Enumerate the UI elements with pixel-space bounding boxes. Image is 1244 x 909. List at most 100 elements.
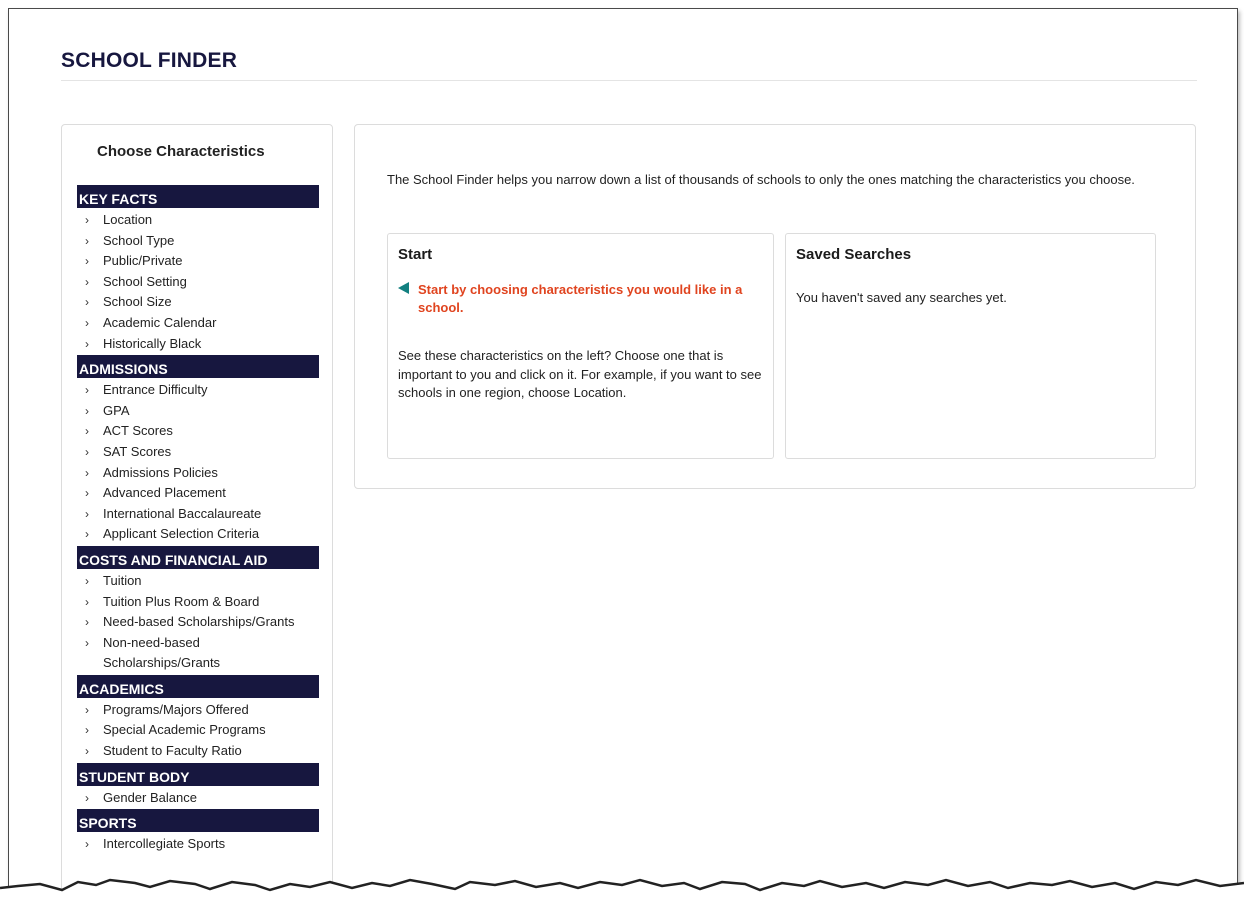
sidebar-item-school-setting[interactable]: › School Setting bbox=[77, 272, 319, 293]
sidebar-item-sat-scores[interactable]: › SAT Scores bbox=[77, 442, 319, 463]
sidebar-item-label: Intercollegiate Sports bbox=[103, 836, 226, 852]
category-items-admissions: › Entrance Difficulty › GPA › ACT Scores › SAT … bbox=[77, 378, 319, 546]
sidebar-item-intercollegiate-sports[interactable]: › Intercollegiate Sports bbox=[77, 834, 319, 855]
arrow-left-icon bbox=[398, 282, 409, 294]
sidebar-item-special-academic-programs[interactable]: › Special Academic Programs bbox=[77, 720, 319, 741]
sidebar-item-public-private[interactable]: › Public/Private bbox=[77, 251, 319, 272]
torn-edge bbox=[0, 878, 1244, 909]
app-window: SCHOOL FINDER Choose Characteristics KEY… bbox=[8, 8, 1238, 905]
sidebar-item-applicant-selection-criteria[interactable]: › Applicant Selection Criteria bbox=[77, 524, 319, 545]
sidebar-item-label: SAT Scores bbox=[103, 443, 172, 459]
chevron-right-icon: › bbox=[85, 790, 89, 805]
category-items-sports: › Intercollegiate Sports bbox=[77, 832, 319, 856]
sidebar-item-label: Gender Balance bbox=[103, 789, 197, 805]
chevron-right-icon: › bbox=[85, 336, 89, 351]
start-card-title: Start bbox=[398, 246, 433, 263]
sidebar-item-label: Need-based Scholarships/Grants bbox=[103, 614, 295, 630]
chevron-right-icon: › bbox=[85, 403, 89, 418]
chevron-right-icon: › bbox=[85, 615, 89, 630]
chevron-right-icon: › bbox=[85, 702, 89, 717]
chevron-right-icon: › bbox=[85, 465, 89, 480]
sidebar-item-label: Advanced Placement bbox=[103, 485, 226, 501]
sidebar-item-label: International Baccalaureate bbox=[103, 505, 262, 521]
sidebar-item-programs-majors-offered[interactable]: › Programs/Majors Offered bbox=[77, 700, 319, 721]
category-items-academics: › Programs/Majors Offered › Special Academi… bbox=[77, 698, 319, 763]
sidebar-item-label: Public/Private bbox=[103, 253, 183, 269]
chevron-right-icon: › bbox=[85, 444, 89, 459]
chevron-right-icon: › bbox=[85, 315, 89, 330]
chevron-right-icon: › bbox=[85, 527, 89, 542]
sidebar-item-advanced-placement[interactable]: › Advanced Placement bbox=[77, 483, 319, 504]
sidebar-item-label: Non-need-based Scholarships/Grants bbox=[103, 634, 221, 671]
saved-searches-empty-text: You haven't saved any searches yet. bbox=[796, 290, 1007, 305]
sidebar-item-international-baccalaureate[interactable]: › International Baccalaureate bbox=[77, 504, 319, 525]
sidebar-item-need-based-scholarships-grants[interactable]: › Need-based Scholarships/Grants bbox=[77, 612, 319, 633]
category-header-sports: SPORTS bbox=[77, 809, 319, 833]
sidebar-item-label: Tuition Plus Room & Board bbox=[103, 593, 260, 609]
chevron-right-icon: › bbox=[85, 254, 89, 269]
chevron-right-icon: › bbox=[85, 424, 89, 439]
chevron-right-icon: › bbox=[85, 506, 89, 521]
chevron-right-icon: › bbox=[85, 274, 89, 289]
sidebar-item-gpa[interactable]: › GPA bbox=[77, 401, 319, 422]
sidebar-item-label: Entrance Difficulty bbox=[103, 382, 208, 398]
sidebar-item-gender-balance[interactable]: › Gender Balance bbox=[77, 788, 319, 809]
category-items-student-body: › Gender Balance bbox=[77, 786, 319, 810]
page-title: SCHOOL FINDER bbox=[61, 49, 238, 72]
sidebar-item-admissions-policies[interactable]: › Admissions Policies bbox=[77, 463, 319, 484]
sidebar-item-label: Programs/Majors Offered bbox=[103, 701, 249, 717]
sidebar-item-label: Admissions Policies bbox=[103, 464, 218, 480]
sidebar-item-label: GPA bbox=[103, 402, 130, 418]
sidebar-item-school-size[interactable]: › School Size bbox=[77, 292, 319, 313]
saved-searches-title: Saved Searches bbox=[796, 246, 912, 263]
start-card: Start Start by choosing characteristics … bbox=[387, 233, 774, 459]
chevron-right-icon: › bbox=[85, 486, 89, 501]
sidebar-item-label: Student to Faculty Ratio bbox=[103, 743, 242, 759]
category-items-costs-and-financial-aid: › Tuition › Tuition Plus Room & Board › Need-… bbox=[77, 569, 319, 675]
sidebar-item-label: School Setting bbox=[103, 273, 187, 289]
category-header-academics: ACADEMICS bbox=[77, 674, 319, 698]
chevron-right-icon: › bbox=[85, 744, 89, 759]
main-panel: The School Finder helps you narrow down … bbox=[354, 124, 1196, 489]
chevron-right-icon: › bbox=[85, 837, 89, 852]
chevron-right-icon: › bbox=[85, 594, 89, 609]
sidebar-item-label: Location bbox=[103, 212, 153, 227]
chevron-right-icon: › bbox=[85, 383, 89, 398]
start-callout-text: Start by choosing characteristics you wo… bbox=[418, 282, 743, 315]
chevron-right-icon: › bbox=[85, 723, 89, 738]
category-list: KEY FACTS › Location › School Type › Public/Pr… bbox=[77, 185, 319, 856]
start-card-body: See these characteristics on the left? C… bbox=[398, 348, 762, 400]
chevron-right-icon: › bbox=[85, 213, 89, 227]
sidebar-item-student-to-faculty-ratio[interactable]: › Student to Faculty Ratio bbox=[77, 741, 319, 762]
chevron-right-icon: › bbox=[85, 573, 89, 588]
category-header-student-body: STUDENT BODY bbox=[77, 762, 319, 786]
sidebar-item-label: School Size bbox=[103, 294, 172, 310]
sidebar-item-label: Tuition bbox=[103, 572, 142, 588]
characteristics-sidebar: Choose Characteristics KEY FACTS › Locatio… bbox=[61, 124, 333, 904]
sidebar-item-tuition-plus-room-and-board[interactable]: › Tuition Plus Room & Board bbox=[77, 592, 319, 613]
sidebar-item-school-type[interactable]: › School Type bbox=[77, 231, 319, 252]
sidebar-item-act-scores[interactable]: › ACT Scores bbox=[77, 421, 319, 442]
sidebar-heading: Choose Characteristics bbox=[97, 143, 265, 160]
sidebar-item-historically-black[interactable]: › Historically Black bbox=[77, 334, 319, 355]
category-header-admissions: ADMISSIONS bbox=[77, 355, 319, 379]
saved-searches-card: Saved Searches You haven't saved any sea… bbox=[785, 233, 1156, 459]
category-items-key-facts: › Location › School Type › Public/Private › Sch… bbox=[77, 208, 319, 355]
intro-text: The School Finder helps you narrow down … bbox=[387, 172, 1135, 187]
sidebar-item-label: Academic Calendar bbox=[103, 314, 217, 330]
category-header-key-facts: KEY FACTS bbox=[77, 185, 319, 208]
chevron-right-icon: › bbox=[85, 295, 89, 310]
sidebar-item-label: Special Academic Programs bbox=[103, 722, 266, 738]
sidebar-item-entrance-difficulty[interactable]: › Entrance Difficulty bbox=[77, 380, 319, 401]
chevron-right-icon: › bbox=[85, 635, 89, 650]
start-callout: Start by choosing characteristics you wo… bbox=[398, 281, 763, 317]
sidebar-item-label: Historically Black bbox=[103, 335, 202, 351]
sidebar-item-tuition[interactable]: › Tuition bbox=[77, 571, 319, 592]
chevron-right-icon: › bbox=[85, 233, 89, 248]
sidebar-item-label: ACT Scores bbox=[103, 423, 173, 439]
sidebar-item-location[interactable]: › Location bbox=[77, 210, 319, 231]
sidebar-item-non-need-based-scholarships-grants[interactable]: › Non-need-based Scholarships/Grants bbox=[77, 633, 319, 674]
sidebar-item-label: Applicant Selection Criteria bbox=[103, 526, 260, 542]
sidebar-item-academic-calendar[interactable]: › Academic Calendar bbox=[77, 313, 319, 334]
title-divider bbox=[61, 80, 1197, 81]
